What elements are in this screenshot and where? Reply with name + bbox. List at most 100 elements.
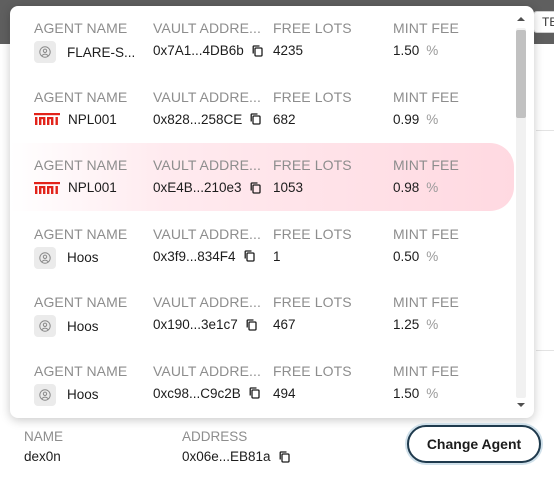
vault-address-header: VAULT ADDRE... <box>153 20 261 36</box>
mint-fee-cell: 0.99% <box>393 112 438 127</box>
scrollbar-thumb[interactable] <box>516 30 526 118</box>
user-avatar-icon <box>34 315 56 337</box>
agent-name-value: Hoos <box>67 387 99 402</box>
mint-fee-header: MINT FEE <box>393 294 459 310</box>
agent-dropdown: AGENT NAME VAULT ADDRE... FREE LOTS MINT FE… <box>10 6 534 418</box>
agent-name-value: Hoos <box>67 250 99 265</box>
mint-fee-cell: 1.50% <box>393 386 438 401</box>
mint-fee-value: 0.99 <box>393 111 420 127</box>
mint-fee-header: MINT FEE <box>393 157 459 173</box>
free-lots-value: 1 <box>273 248 281 264</box>
mint-fee-cell: 0.50% <box>393 249 438 264</box>
free-lots-value: 682 <box>273 111 296 127</box>
agent-row[interactable]: AGENT NAME VAULT ADDRE... FREE LOTS MINT FE… <box>10 212 514 280</box>
change-agent-button[interactable]: Change Agent <box>407 425 541 463</box>
background-divider <box>536 130 554 131</box>
copy-icon[interactable] <box>249 387 260 399</box>
copy-icon[interactable] <box>244 250 255 262</box>
agent-name-cell: NPL001 <box>34 112 117 127</box>
vault-address-value: 0x7A1...4DB6b <box>153 43 244 58</box>
vault-address-value: 0xc98...C9c2B <box>153 385 241 401</box>
mint-fee-header: MINT FEE <box>393 225 459 242</box>
free-lots-header: FREE LOTS <box>273 88 352 105</box>
free-lots-header: FREE LOTS <box>273 225 352 242</box>
agent-row[interactable]: AGENT NAME VAULT ADDRE... FREE LOTS MINT FE… <box>10 6 514 74</box>
mint-fee-value: 0.98 <box>393 180 420 195</box>
percent-symbol: % <box>426 248 439 264</box>
mint-fee-cell: 1.25% <box>393 317 438 332</box>
selected-name-label: NAME <box>24 429 64 444</box>
percent-symbol: % <box>426 385 439 401</box>
npl-logo-icon <box>34 112 68 126</box>
vault-address-cell: 0xc98...C9c2B <box>153 386 260 401</box>
scroll-down-arrow-icon[interactable] <box>516 400 526 410</box>
agent-name-cell: Hoos <box>34 246 99 269</box>
vault-address-header: VAULT ADDRE... <box>153 362 261 379</box>
vault-address-value: 0x190...3e1c7 <box>153 317 238 332</box>
vault-address-value: 0xE4B...210e3 <box>153 180 242 195</box>
copy-icon[interactable] <box>250 181 261 194</box>
agent-row[interactable]: AGENT NAME VAULT ADDRE... FREE LOTS MINT FE… <box>10 143 514 211</box>
agent-name-cell: Hoos <box>34 383 99 406</box>
free-lots-value: 467 <box>273 317 296 332</box>
agent-name-header: AGENT NAME <box>34 362 128 379</box>
copy-icon[interactable] <box>252 44 263 57</box>
vault-address-header: VAULT ADDRE... <box>153 225 261 242</box>
selected-address-label: ADDRESS <box>182 429 248 444</box>
mint-fee-value: 1.25 <box>393 317 420 332</box>
user-avatar-icon <box>34 41 56 63</box>
percent-symbol: % <box>426 111 439 127</box>
free-lots-value: 4235 <box>273 43 304 58</box>
agent-name-value: FLARE-S... <box>67 44 136 60</box>
percent-symbol: % <box>426 180 439 195</box>
agent-row[interactable]: AGENT NAME VAULT ADDRE... FREE LOTS MINT FE… <box>10 280 514 348</box>
free-lots-header: FREE LOTS <box>273 362 352 379</box>
scrollbar[interactable] <box>512 10 530 414</box>
scroll-up-arrow-icon[interactable] <box>516 14 526 24</box>
copy-icon[interactable] <box>246 318 257 331</box>
mint-fee-header: MINT FEE <box>393 20 459 36</box>
free-lots-value: 494 <box>273 385 296 401</box>
free-lots-value: 1053 <box>273 180 304 195</box>
vault-address-cell: 0x828...258CE <box>153 112 261 127</box>
free-lots-header: FREE LOTS <box>273 157 352 173</box>
agent-name-header: AGENT NAME <box>34 20 128 36</box>
agent-list: AGENT NAME VAULT ADDRE... FREE LOTS MINT FE… <box>10 6 516 418</box>
agent-name-header: AGENT NAME <box>34 294 128 310</box>
vault-address-header: VAULT ADDRE... <box>153 88 261 105</box>
selected-address: 0x06e...EB81a <box>182 449 290 464</box>
agent-name-value: NPL001 <box>68 111 117 127</box>
selected-address-value: 0x06e...EB81a <box>182 449 271 464</box>
agent-name-header: AGENT NAME <box>34 88 128 105</box>
agent-name-value: NPL001 <box>68 180 117 195</box>
vault-address-cell: 0xE4B...210e3 <box>153 180 261 195</box>
agent-row[interactable]: AGENT NAME VAULT ADDRE... FREE LOTS MINT FE… <box>10 349 514 417</box>
npl-logo-icon <box>34 181 68 195</box>
vault-address-value: 0x828...258CE <box>153 111 243 127</box>
user-avatar-icon <box>34 383 56 406</box>
copy-icon[interactable] <box>250 113 261 125</box>
percent-symbol: % <box>426 317 439 332</box>
vault-address-header: VAULT ADDRE... <box>153 157 261 173</box>
mint-fee-cell: 1.50% <box>393 43 438 58</box>
background-cut-element: TBa <box>533 11 554 33</box>
percent-symbol: % <box>426 43 439 58</box>
user-avatar-icon <box>34 246 56 269</box>
mint-fee-value: 0.50 <box>393 248 420 264</box>
agent-name-header: AGENT NAME <box>34 157 128 173</box>
vault-address-cell: 0x190...3e1c7 <box>153 317 257 332</box>
mint-fee-cell: 0.98% <box>393 180 438 195</box>
agent-name-header: AGENT NAME <box>34 225 128 242</box>
free-lots-header: FREE LOTS <box>273 294 352 310</box>
vault-address-cell: 0x3f9...834F4 <box>153 249 255 264</box>
vault-address-header: VAULT ADDRE... <box>153 294 261 310</box>
agent-name-cell: FLARE-S... <box>34 41 135 63</box>
vault-address-cell: 0x7A1...4DB6b <box>153 43 263 58</box>
selected-name-value: dex0n <box>24 449 61 464</box>
copy-icon[interactable] <box>279 450 290 463</box>
agent-name-cell: NPL001 <box>34 180 117 195</box>
background-divider <box>536 350 554 351</box>
mint-fee-header: MINT FEE <box>393 362 459 379</box>
free-lots-header: FREE LOTS <box>273 20 352 36</box>
agent-row[interactable]: AGENT NAME VAULT ADDRE... FREE LOTS MINT FE… <box>10 75 514 143</box>
